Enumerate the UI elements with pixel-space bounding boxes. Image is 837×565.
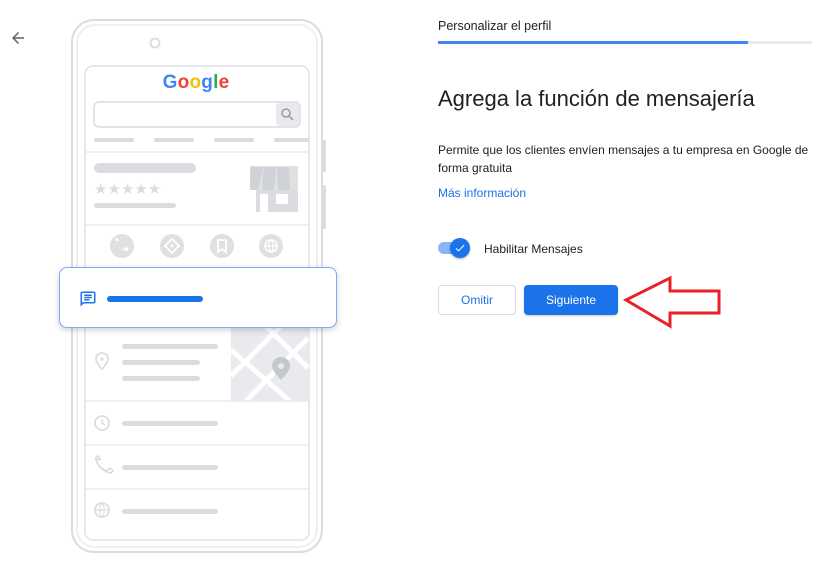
step-label: Personalizar el perfil	[438, 19, 552, 33]
svg-text:★★★★★: ★★★★★	[94, 180, 161, 198]
globe-icon	[259, 234, 283, 258]
progress-bar	[438, 41, 812, 44]
message-icon	[80, 291, 96, 307]
map-thumbnail	[229, 320, 310, 403]
red-arrow-annotation	[622, 275, 721, 329]
toggle-label: Habilitar Mensajes	[484, 242, 583, 256]
logo-letter: e	[218, 72, 230, 93]
logo-letter: G	[162, 72, 178, 93]
toggle-thumb	[450, 238, 470, 258]
logo-letter: g	[201, 72, 214, 93]
google-logo: Google	[140, 72, 252, 94]
page-title: Agrega la función de mensajería	[438, 86, 755, 111]
skip-button[interactable]: Omitir	[438, 285, 516, 315]
directions-icon	[160, 234, 184, 258]
more-info-link[interactable]: Más información	[438, 186, 526, 200]
logo-letter: o	[177, 72, 190, 93]
bookmark-icon	[210, 234, 234, 258]
progress-bar-fill	[438, 41, 749, 44]
check-icon	[455, 244, 465, 252]
description-text: Permite que los clientes envíen mensajes…	[438, 143, 809, 175]
phone-icon	[110, 234, 134, 258]
logo-letter: o	[189, 72, 202, 93]
store-icon	[250, 166, 298, 212]
messaging-highlight-card	[59, 267, 337, 328]
enable-messages-toggle[interactable]	[438, 238, 470, 258]
rating-stars: ★★★★★	[94, 180, 161, 198]
next-button[interactable]: Siguiente	[524, 285, 618, 315]
search-box	[93, 101, 301, 128]
message-placeholder-bar	[107, 296, 203, 302]
